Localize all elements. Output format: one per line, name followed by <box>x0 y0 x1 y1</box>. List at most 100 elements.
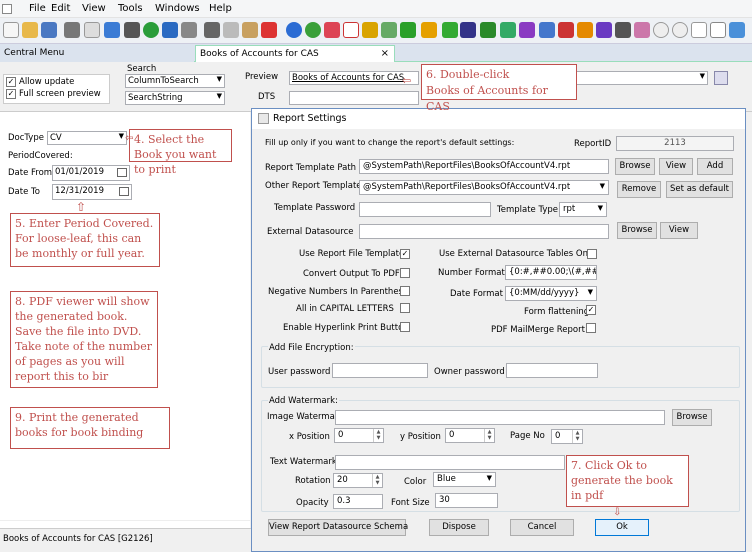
allow-update-checkbox[interactable]: ✓ <box>6 77 16 87</box>
menu-edit[interactable]: Edit <box>51 3 70 14</box>
print-preview-icon[interactable] <box>84 22 100 38</box>
zoom-in-icon[interactable] <box>672 22 688 38</box>
pdf-mailmerge-checkbox[interactable] <box>586 323 596 333</box>
tag-icon[interactable] <box>519 22 535 38</box>
paste-icon[interactable] <box>242 22 258 38</box>
template-path-field[interactable]: @SystemPath\ReportFiles\BooksOfAccountV4… <box>359 159 609 174</box>
menu-view[interactable]: View <box>82 3 106 14</box>
number-format-select[interactable]: {0:#,##0.00;\(#,## <box>505 265 597 280</box>
menu-windows[interactable]: Windows <box>155 3 200 14</box>
spinner-arrows-icon[interactable]: ▲ ▼ <box>373 429 383 442</box>
y-position-spinner[interactable]: 0 ▲ ▼ <box>445 428 495 443</box>
preview-value[interactable]: Books of Accounts for CAS <box>289 71 419 85</box>
user-password-field[interactable] <box>332 363 428 378</box>
ok-button[interactable]: Ok <box>595 519 649 536</box>
spinner-arrows-icon[interactable]: ▲ ▼ <box>572 430 582 443</box>
negative-parenthesis-checkbox[interactable] <box>400 286 410 296</box>
save-icon[interactable] <box>41 22 57 38</box>
dispose-button[interactable]: Dispose <box>429 519 489 536</box>
date-to-field[interactable]: 12/31/2019 <box>52 184 132 200</box>
refresh-icon[interactable] <box>143 22 159 38</box>
text-watermark-field[interactable] <box>335 455 565 470</box>
menu-file[interactable]: File <box>29 3 46 14</box>
tab-central-menu[interactable]: Central Menu <box>0 45 194 62</box>
view-datasource-button[interactable]: View <box>660 222 698 239</box>
excel-icon[interactable] <box>480 22 496 38</box>
filter-icon[interactable] <box>729 22 745 38</box>
menu-tools[interactable]: Tools <box>118 3 143 14</box>
opacity-field[interactable]: 0.3 <box>333 494 383 509</box>
cm-icon[interactable] <box>343 22 359 38</box>
owner-password-field[interactable] <box>506 363 598 378</box>
cut-icon[interactable] <box>204 22 220 38</box>
star-icon[interactable] <box>362 22 378 38</box>
page-no-spinner[interactable]: 0 ▲ ▼ <box>551 429 583 444</box>
hyperlink-print-checkbox[interactable] <box>400 322 410 332</box>
search-column-select[interactable]: ColumnToSearch ▼ <box>125 74 225 88</box>
key-icon[interactable] <box>634 22 650 38</box>
date-from-field[interactable]: 01/01/2019 <box>52 165 130 181</box>
palette-icon[interactable] <box>596 22 612 38</box>
search-string-select[interactable]: SearchString ▼ <box>125 91 225 105</box>
calc-icon[interactable] <box>324 22 340 38</box>
browse-template-button[interactable]: Browse <box>615 158 655 175</box>
pen-icon[interactable] <box>615 22 631 38</box>
help-icon[interactable] <box>286 22 302 38</box>
zoom-out-icon[interactable] <box>653 22 669 38</box>
add-template-button[interactable]: Add <box>697 158 733 175</box>
undo-icon[interactable] <box>162 22 178 38</box>
menu-help[interactable]: Help <box>209 3 232 14</box>
windows-icon[interactable] <box>421 22 437 38</box>
plant-icon[interactable] <box>381 22 397 38</box>
phone-icon[interactable] <box>442 22 458 38</box>
x-position-spinner[interactable]: 0 ▲ ▼ <box>334 428 384 443</box>
calendar-icon[interactable] <box>119 187 129 196</box>
calendar-icon[interactable] <box>117 168 127 177</box>
dts-select[interactable] <box>289 91 419 105</box>
form-flattening-checkbox[interactable]: ✓ <box>586 305 596 315</box>
remove-template-button[interactable]: Remove <box>617 181 661 198</box>
spinner-arrows-icon[interactable]: ▲ ▼ <box>372 474 382 487</box>
close-icon[interactable]: × <box>381 48 389 59</box>
new-icon[interactable] <box>3 22 19 38</box>
template-type-select[interactable]: rpt ▼ <box>559 202 607 217</box>
copy-icon[interactable] <box>223 22 239 38</box>
template-password-field[interactable] <box>359 202 491 217</box>
upload-icon[interactable] <box>104 22 120 38</box>
browse-watermark-button[interactable]: Browse <box>672 409 712 426</box>
print-icon[interactable] <box>64 22 80 38</box>
doctype-select[interactable]: CV ▼ <box>47 131 127 145</box>
page-icon[interactable] <box>691 22 707 38</box>
external-datasource-field[interactable] <box>359 224 609 239</box>
search-tool-icon[interactable] <box>181 22 197 38</box>
people-icon[interactable] <box>400 22 416 38</box>
view-schema-button[interactable]: View Report Datasource Schema <box>268 519 408 536</box>
convert-pdf-checkbox[interactable] <box>400 268 410 278</box>
date-format-select[interactable]: {0:MM/dd/yyyy} ▼ <box>505 286 597 301</box>
other-templates-select[interactable]: @SystemPath\ReportFiles\BooksOfAccountV4… <box>359 180 609 195</box>
set-as-default-button[interactable]: Set as default <box>666 181 733 198</box>
use-report-file-template-checkbox[interactable]: ✓ <box>400 249 410 259</box>
open-folder-icon[interactable] <box>22 22 38 38</box>
rotation-spinner[interactable]: 20 ▲ ▼ <box>333 473 383 488</box>
use-ext-datasource-checkbox[interactable] <box>587 249 597 259</box>
tab-books-of-accounts[interactable]: Books of Accounts for CAS × <box>195 45 395 62</box>
color-select[interactable]: Blue ▼ <box>433 472 496 487</box>
delete-icon[interactable] <box>261 22 277 38</box>
cv-icon[interactable] <box>124 22 140 38</box>
view-template-button[interactable]: View <box>659 158 693 175</box>
device-icon[interactable] <box>460 22 476 38</box>
all-caps-checkbox[interactable] <box>400 303 410 313</box>
gift-icon[interactable] <box>577 22 593 38</box>
image-watermark-field[interactable] <box>335 410 665 425</box>
heart-icon[interactable] <box>558 22 574 38</box>
mail-icon[interactable] <box>539 22 555 38</box>
page-blank-icon[interactable] <box>710 22 726 38</box>
browse-datasource-button[interactable]: Browse <box>617 222 657 239</box>
info-icon[interactable] <box>305 22 321 38</box>
spinner-arrows-icon[interactable]: ▲ ▼ <box>484 429 494 442</box>
cancel-button[interactable]: Cancel <box>510 519 574 536</box>
font-size-field[interactable]: 30 <box>435 493 498 508</box>
book-icon[interactable] <box>714 71 728 85</box>
full-screen-preview-checkbox[interactable]: ✓ <box>6 89 16 99</box>
